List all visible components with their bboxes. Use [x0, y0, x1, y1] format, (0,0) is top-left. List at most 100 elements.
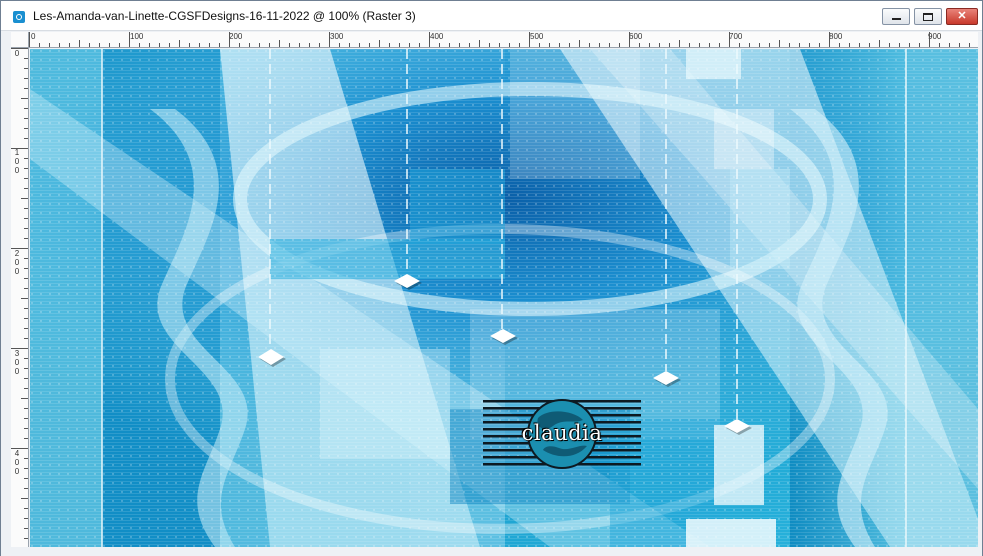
ruler-tick: [599, 43, 600, 47]
ruler-tick: [959, 43, 960, 47]
ruler-tick: [889, 43, 890, 47]
ruler-tick: [559, 43, 560, 47]
ruler-tick: [869, 43, 870, 47]
ruler-top-label: 300: [330, 32, 344, 41]
ruler-tick: [519, 43, 520, 47]
minimize-icon: [891, 17, 901, 20]
ruler-tick: [679, 40, 680, 47]
ruler-tick: [24, 208, 28, 209]
ruler-tick: [24, 68, 28, 69]
ruler-tick: [709, 43, 710, 47]
ruler-tick: [349, 43, 350, 47]
ruler-tick: [109, 43, 110, 47]
ruler-tick: [929, 32, 930, 47]
ruler-left-label: 200: [14, 249, 20, 276]
ruler-tick: [24, 538, 28, 539]
ruler-tick: [309, 43, 310, 47]
ruler-tick: [509, 43, 510, 47]
ruler-tick: [319, 43, 320, 47]
close-button[interactable]: ✕: [946, 8, 978, 25]
window-title: Les-Amanda-van-Linette-CGSFDesigns-16-11…: [33, 9, 416, 23]
image-canvas[interactable]: claudia: [30, 49, 978, 547]
ruler-tick: [11, 148, 28, 149]
ruler-tick: [24, 508, 28, 509]
ruler-tick: [799, 43, 800, 47]
ruler-tick: [21, 198, 28, 199]
ruler-tick: [24, 158, 28, 159]
watermark-text: claudia: [521, 421, 603, 445]
ruler-tick: [21, 98, 28, 99]
maximize-button[interactable]: [914, 8, 942, 25]
ruler-tick: [24, 108, 28, 109]
ruler-tick: [24, 238, 28, 239]
ruler-tick: [11, 348, 28, 349]
ruler-tick: [859, 43, 860, 47]
ruler-tick: [499, 43, 500, 47]
ruler-tick: [139, 43, 140, 47]
ruler-tick: [539, 43, 540, 47]
watermark: claudia: [483, 398, 641, 472]
ruler-tick: [419, 43, 420, 47]
ruler-tick: [24, 368, 28, 369]
ruler-top-label: 900: [928, 32, 942, 41]
ruler-left-label: 300: [14, 349, 20, 376]
ruler-tick: [24, 258, 28, 259]
ruler-tick: [649, 43, 650, 47]
ruler-tick: [719, 43, 720, 47]
title-bar[interactable]: Les-Amanda-van-Linette-CGSFDesigns-16-11…: [1, 1, 982, 31]
ruler-left-label: 400: [14, 449, 20, 476]
ruler-tick: [24, 328, 28, 329]
ruler-tick: [24, 468, 28, 469]
ruler-tick: [24, 188, 28, 189]
ruler-tick: [24, 478, 28, 479]
ruler-tick: [699, 43, 700, 47]
ruler-tick: [24, 358, 28, 359]
ruler-tick: [24, 218, 28, 219]
ruler-top-label: 400: [430, 32, 444, 41]
ruler-tick: [549, 43, 550, 47]
ruler-tick: [219, 43, 220, 47]
ruler-tick: [69, 43, 70, 47]
ruler-tick: [199, 43, 200, 47]
psp-document-icon: [13, 11, 25, 23]
ruler-tick: [729, 32, 730, 47]
ruler-tick: [11, 248, 28, 249]
vertical-ruler[interactable]: 0 100 200 300 400: [11, 48, 29, 547]
ruler-tick: [229, 32, 230, 47]
ruler-tick: [639, 43, 640, 47]
ruler-tick: [879, 40, 880, 47]
ruler-tick: [749, 43, 750, 47]
ruler-tick: [99, 43, 100, 47]
ruler-tick: [179, 40, 180, 47]
ruler-tick: [59, 43, 60, 47]
ruler-corner: [11, 32, 29, 48]
ruler-tick: [459, 43, 460, 47]
ruler-tick: [24, 278, 28, 279]
horizontal-ruler[interactable]: 0 100 200 300 400 500 600 700 800 900: [29, 32, 978, 48]
ruler-tick: [239, 43, 240, 47]
ruler-tick: [689, 43, 690, 47]
image-window: Les-Amanda-van-Linette-CGSFDesigns-16-11…: [0, 0, 983, 556]
ruler-tick: [24, 518, 28, 519]
ruler-tick: [24, 118, 28, 119]
ruler-top-label: 800: [829, 32, 843, 41]
ruler-tick: [189, 43, 190, 47]
ruler-tick: [21, 498, 28, 499]
ruler-tick: [429, 32, 430, 47]
ruler-tick: [24, 268, 28, 269]
ruler-tick: [279, 40, 280, 47]
ruler-tick: [659, 43, 660, 47]
ruler-tick: [579, 40, 580, 47]
ruler-tick: [669, 43, 670, 47]
ruler-tick: [299, 43, 300, 47]
ruler-tick: [24, 168, 28, 169]
ruler-tick: [24, 488, 28, 489]
ruler-tick: [24, 428, 28, 429]
artwork: [30, 49, 978, 547]
ruler-tick: [329, 32, 330, 47]
ruler-tick: [24, 138, 28, 139]
minimize-button[interactable]: [882, 8, 910, 25]
ruler-tick: [919, 43, 920, 47]
ruler-top-label: 500: [530, 32, 544, 41]
ruler-tick: [89, 43, 90, 47]
